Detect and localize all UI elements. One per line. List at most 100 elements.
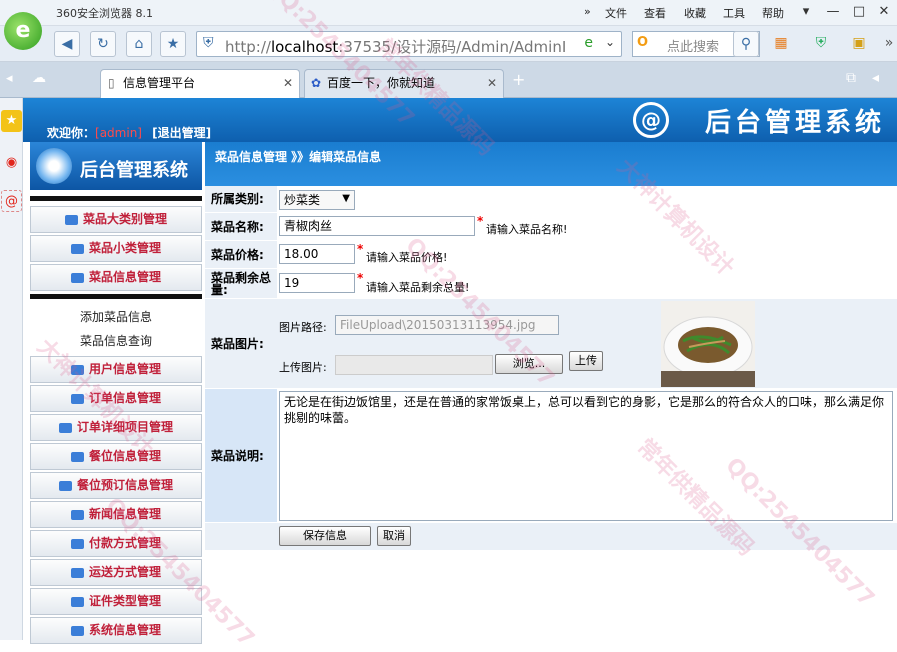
- form-row-category: 所属类别: 炒菜类 ▼: [205, 186, 897, 213]
- welcome-label: 欢迎你：: [47, 126, 96, 140]
- browser-title-bar: 360安全浏览器 8.1 » 文件 查看 收藏 工具 帮助 ▾ — □ ✕: [0, 0, 897, 26]
- menu-icon: [70, 272, 84, 283]
- compat-mode-icon[interactable]: e: [584, 35, 593, 51]
- new-tab-icon[interactable]: +: [512, 70, 525, 89]
- security-icon[interactable]: ⛨: [808, 31, 834, 57]
- sidebar-item-news[interactable]: 新闻信息管理: [30, 501, 202, 528]
- restore-tab-icon[interactable]: ◂: [872, 70, 879, 86]
- search-engine-icon[interactable]: O: [637, 35, 648, 50]
- menu-help[interactable]: 帮助: [762, 5, 784, 21]
- stock-input[interactable]: 19: [279, 273, 355, 293]
- search-icon[interactable]: ⚲: [733, 31, 759, 57]
- category-select[interactable]: 炒菜类 ▼: [279, 190, 355, 210]
- username: [admin]: [95, 126, 142, 140]
- sidebar-item-order[interactable]: 订单信息管理: [30, 385, 202, 412]
- image-path-input[interactable]: FileUpload\20150313113954.jpg: [335, 315, 559, 335]
- address-bar[interactable]: ⛨ http://localhost:37535/设计源码/Admin/Admi…: [196, 31, 622, 57]
- close-window-icon[interactable]: ✕: [873, 2, 895, 22]
- breadcrumb-text: 菜品信息管理 》》编辑菜品信息: [215, 150, 382, 164]
- maximize-icon[interactable]: □: [848, 2, 870, 22]
- search-input[interactable]: 点此搜索: [667, 36, 719, 55]
- apps-icon[interactable]: ▦: [768, 31, 794, 57]
- chevron-down-icon: ▼: [342, 193, 350, 204]
- required-mark: *: [357, 271, 364, 285]
- refresh-icon[interactable]: ↻: [90, 31, 116, 57]
- browser-nav-bar: ◀ ↻ ⌂ ★ ⛨ http://localhost:37535/设计源码/Ad…: [0, 26, 897, 62]
- form-row-price: 菜品价格: 18.00 * 请输入菜品价格!: [205, 241, 897, 269]
- favorite-star-icon[interactable]: ★: [160, 31, 186, 57]
- path-label: 图片路径:: [279, 321, 327, 334]
- sidebar-item-dish-subcategory[interactable]: 菜品小类管理: [30, 235, 202, 262]
- sidebar-item-dish-category[interactable]: 菜品大类别管理: [30, 206, 202, 233]
- sidebar-header: 后台管理系统: [30, 142, 202, 190]
- more-tools-icon[interactable]: »: [876, 31, 897, 57]
- sidebar-item-order-detail[interactable]: 订单详细项目管理: [30, 414, 202, 441]
- stock-label: 菜品剩余总量:: [211, 270, 272, 297]
- sidebar-item-shipping[interactable]: 运送方式管理: [30, 559, 202, 586]
- menu-icon: [70, 243, 84, 254]
- sidebar-item-user[interactable]: 用户信息管理: [30, 356, 202, 383]
- sidebar-item-payment[interactable]: 付款方式管理: [30, 530, 202, 557]
- save-button[interactable]: 保存信息: [279, 526, 371, 546]
- sidebar-divider: [30, 294, 202, 299]
- image-label: 菜品图片:: [211, 336, 264, 351]
- price-label: 菜品价格:: [211, 247, 264, 262]
- gear-logo-icon: [36, 148, 72, 184]
- tab-sidebar-toggle-icon[interactable]: ◂: [6, 71, 13, 86]
- menu-file[interactable]: 文件: [605, 5, 627, 21]
- menu-view[interactable]: 查看: [644, 5, 666, 21]
- form-row-image: 菜品图片: 图片路径: FileUpload\20150313113954.jp…: [205, 299, 897, 389]
- cloud-icon[interactable]: ☁: [32, 70, 46, 86]
- menu-icon: [58, 422, 72, 433]
- close-tab-icon[interactable]: ✕: [283, 70, 293, 97]
- email-at-icon[interactable]: @: [1, 190, 22, 212]
- sidebar-item-seat[interactable]: 餐位信息管理: [30, 443, 202, 470]
- menu-icon: [70, 596, 84, 607]
- browse-button[interactable]: 浏览...: [495, 354, 563, 374]
- back-icon[interactable]: ◀: [54, 31, 80, 57]
- weibo-icon[interactable]: ◉: [1, 152, 22, 174]
- menu-icon: [70, 364, 84, 375]
- baidu-paw-icon: ✿: [311, 76, 322, 90]
- minimize-icon[interactable]: —: [822, 2, 844, 22]
- menu-more-icon[interactable]: »: [584, 5, 591, 18]
- required-mark: *: [477, 214, 484, 228]
- close-tab-icon[interactable]: ✕: [487, 70, 497, 97]
- description-label: 菜品说明:: [211, 448, 264, 463]
- menu-tools[interactable]: 工具: [723, 5, 745, 21]
- menu-favorites[interactable]: 收藏: [684, 5, 706, 21]
- form-row-description: 菜品说明: 无论是在街边饭馆里，还是在普通的家常饭桌上，总可以看到它的身影，它是…: [205, 389, 897, 523]
- sidebar-subitem-query-dish[interactable]: 菜品信息查询: [30, 329, 202, 353]
- price-hint: 请输入菜品价格!: [366, 251, 448, 264]
- sidebar-title: 后台管理系统: [80, 160, 188, 181]
- cancel-button[interactable]: 取消: [377, 526, 411, 546]
- upload-button[interactable]: 上传: [569, 351, 603, 371]
- sidebar-subitem-add-dish[interactable]: 添加菜品信息: [30, 305, 202, 329]
- description-textarea[interactable]: 无论是在街边饭馆里，还是在普通的家常饭桌上，总可以看到它的身影，它是那么的符合众…: [279, 391, 893, 521]
- extension-icon[interactable]: ▣: [846, 31, 872, 57]
- browser-left-toolbar: ★ ◉ @: [0, 98, 23, 640]
- skin-icon[interactable]: ▾: [795, 2, 817, 22]
- price-input[interactable]: 18.00: [279, 244, 355, 264]
- upload-file-input[interactable]: [335, 355, 493, 375]
- sidebar-item-seat-booking[interactable]: 餐位预订信息管理: [30, 472, 202, 499]
- edit-dish-form: 所属类别: 炒菜类 ▼ 菜品名称: 青椒肉丝 * 请输入菜品名称! 菜品价格: …: [205, 186, 897, 640]
- home-icon[interactable]: ⌂: [126, 31, 152, 57]
- tab-list-icon[interactable]: ⧉: [846, 70, 856, 86]
- sidebar-item-id-type[interactable]: 证件类型管理: [30, 588, 202, 615]
- url-host: localhost: [270, 38, 339, 56]
- form-row-name: 菜品名称: 青椒肉丝 * 请输入菜品名称!: [205, 213, 897, 241]
- chevron-down-icon[interactable]: ⌄: [605, 35, 615, 49]
- tab-baidu[interactable]: ✿ 百度一下，你就知道 ✕: [304, 69, 504, 98]
- menu-icon: [70, 393, 84, 404]
- url-scheme: http://: [225, 38, 271, 56]
- tab-info-platform[interactable]: ▯ 信息管理平台 ✕: [100, 69, 300, 98]
- favorites-star-icon[interactable]: ★: [1, 110, 22, 132]
- shield-icon: ⛨: [203, 35, 214, 51]
- menu-icon: [58, 480, 72, 491]
- browser-logo-icon: e: [4, 12, 42, 50]
- page-icon: ▯: [108, 76, 115, 90]
- sidebar-item-dish-info[interactable]: 菜品信息管理: [30, 264, 202, 291]
- name-input[interactable]: 青椒肉丝: [279, 216, 475, 236]
- logout-link[interactable]: [退出管理]: [152, 126, 211, 140]
